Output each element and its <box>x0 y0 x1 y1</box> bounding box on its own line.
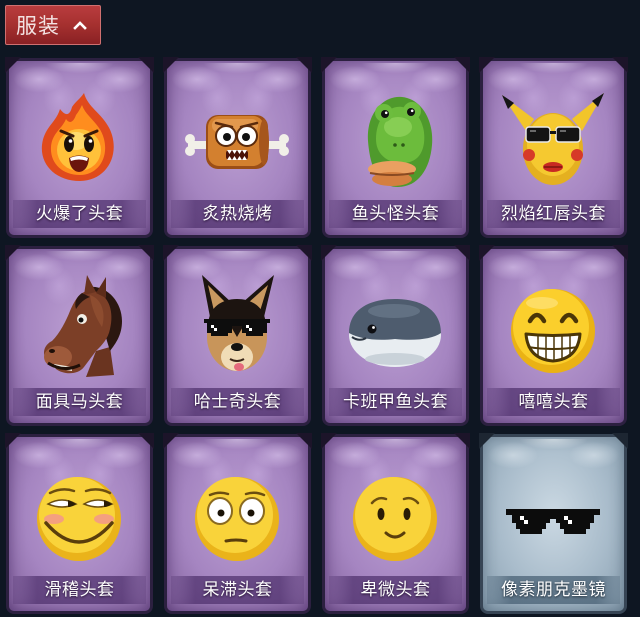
roast-meat-icon <box>185 115 289 169</box>
outfit-grid: 火爆了头套 炙热烧烤 鱼头怪头套 烈焰红唇头套 面具马头套 哈士奇头套 卡班甲鱼… <box>6 58 627 614</box>
outfit-card-grinning-head[interactable]: 嘻嘻头套 <box>480 246 627 426</box>
pixel-sunglasses-icon <box>506 509 600 534</box>
outfit-card-funny-face-head[interactable]: 滑稽头套 <box>6 434 153 614</box>
item-name: 滑稽头套 <box>13 576 146 604</box>
outfit-card-pixel-sunglasses[interactable]: 像素朋克墨镜 <box>480 434 627 614</box>
outfit-card-horse-head[interactable]: 面具马头套 <box>6 246 153 426</box>
item-name: 鱼头怪头套 <box>329 200 462 228</box>
dazed-emoji-icon <box>195 477 279 561</box>
funny-face-emoji-icon <box>37 477 121 561</box>
outfit-card-fish-head[interactable]: 鱼头怪头套 <box>322 58 469 238</box>
item-name: 像素朋克墨镜 <box>487 576 620 604</box>
fire-head-icon <box>41 93 114 181</box>
outfit-card-husky-head[interactable]: 哈士奇头套 <box>164 246 311 426</box>
item-name: 面具马头套 <box>13 388 146 416</box>
outfit-category-toggle[interactable]: 服装 <box>5 5 101 45</box>
category-title: 服装 <box>16 15 60 38</box>
item-name: 卡班甲鱼头套 <box>329 388 462 416</box>
timid-emoji-icon <box>353 477 437 561</box>
item-name: 炙热烧烤 <box>171 200 304 228</box>
fish-head-icon <box>367 96 433 187</box>
item-name: 火爆了头套 <box>13 200 146 228</box>
outfit-card-fire-head[interactable]: 火爆了头套 <box>6 58 153 238</box>
outfit-card-dazed-head[interactable]: 呆滞头套 <box>164 434 311 614</box>
item-name: 烈焰红唇头套 <box>487 200 620 228</box>
husky-head-icon <box>202 275 274 371</box>
item-name: 呆滞头套 <box>171 576 304 604</box>
round-fish-head-icon <box>349 299 441 367</box>
outfit-card-red-lips-head[interactable]: 烈焰红唇头套 <box>480 58 627 238</box>
horse-head-icon <box>44 275 122 377</box>
chevron-up-icon <box>73 21 87 30</box>
item-name: 哈士奇头套 <box>171 388 304 416</box>
item-name: 卑微头套 <box>329 576 462 604</box>
outfit-card-roast-meat[interactable]: 炙热烧烤 <box>164 58 311 238</box>
item-name: 嘻嘻头套 <box>487 388 620 416</box>
yellow-creature-sunglasses-icon <box>502 93 604 185</box>
grinning-emoji-icon <box>511 289 595 373</box>
outfit-card-round-fish-head[interactable]: 卡班甲鱼头套 <box>322 246 469 426</box>
outfit-card-timid-head[interactable]: 卑微头套 <box>322 434 469 614</box>
